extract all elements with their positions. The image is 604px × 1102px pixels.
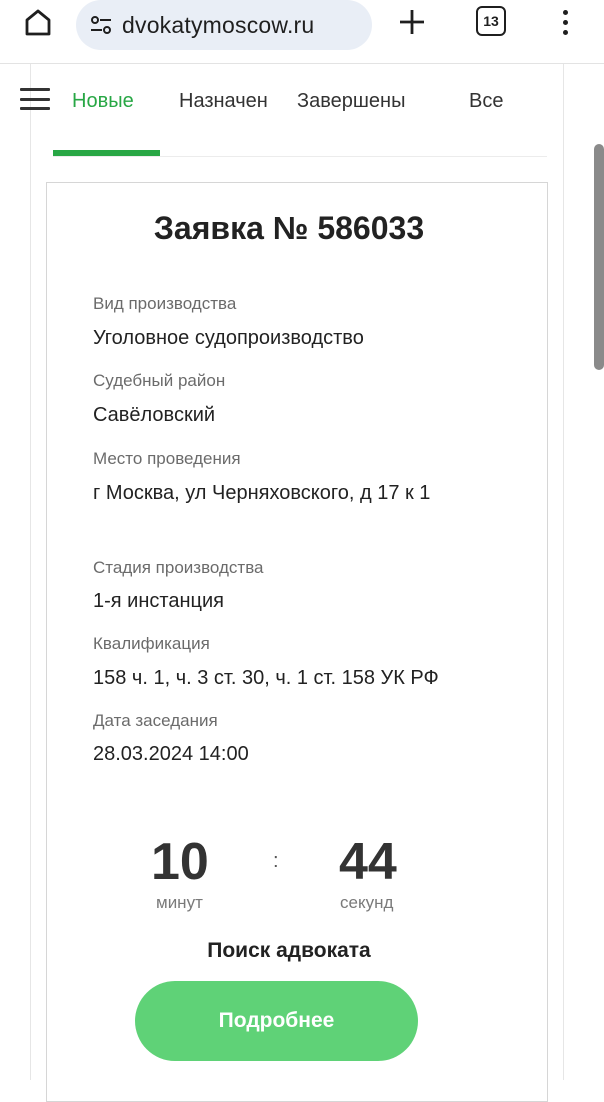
field-value-location: г Москва, ул Черняховского, д 17 к 1 <box>93 482 431 504</box>
field-label-district: Судебный район <box>93 371 226 390</box>
tab-new[interactable]: Новые <box>72 90 134 113</box>
tune-icon[interactable] <box>88 12 114 38</box>
tabs-divider <box>53 156 547 157</box>
field-value-stage: 1-я инстанция <box>93 590 224 612</box>
field-value-hearing-date: 28.03.2024 14:00 <box>93 743 249 765</box>
hamburger-icon[interactable] <box>20 88 50 110</box>
field-label-qualification: Квалификация <box>93 634 210 653</box>
status-text: Поиск адвоката <box>207 939 371 962</box>
timer-separator: : <box>273 850 279 872</box>
tab-count: 13 <box>483 13 499 29</box>
home-button[interactable] <box>18 4 58 40</box>
plus-icon <box>400 10 424 34</box>
field-label-location: Место проведения <box>93 449 241 468</box>
new-tab-button[interactable] <box>394 4 430 40</box>
request-title: Заявка № 586033 <box>153 210 425 246</box>
timer-seconds: 44 <box>339 833 397 891</box>
tab-all[interactable]: Все <box>469 90 503 113</box>
address-bar[interactable]: dvokatymoscow.ru <box>76 0 372 50</box>
field-value-qualification: 158 ч. 1, ч. 3 ст. 30, ч. 1 ст. 158 УК Р… <box>93 667 439 689</box>
field-value-district: Савёловский <box>93 404 216 426</box>
timer-minutes-label: минут <box>156 893 203 912</box>
field-value-proceeding-type: Уголовное судопроизводство <box>93 327 364 349</box>
url-text[interactable]: dvokatymoscow.ru <box>122 12 314 39</box>
home-icon <box>25 9 51 36</box>
more-vert-icon[interactable] <box>550 4 580 40</box>
details-button[interactable]: Подробнее <box>135 981 418 1061</box>
field-label-hearing-date: Дата заседания <box>93 711 218 730</box>
field-label-stage: Стадия производства <box>93 558 264 577</box>
tab-switcher-button[interactable]: 13 <box>476 6 506 36</box>
scrollbar[interactable] <box>594 144 604 370</box>
field-label-proceeding-type: Вид производства <box>93 294 237 313</box>
timer-minutes: 10 <box>151 833 209 891</box>
timer-seconds-label: секунд <box>340 893 394 912</box>
tab-completed[interactable]: Завершены <box>297 90 405 113</box>
tab-assigned[interactable]: Назначен <box>179 90 268 113</box>
browser-toolbar: dvokatymoscow.ru 13 <box>0 0 604 64</box>
